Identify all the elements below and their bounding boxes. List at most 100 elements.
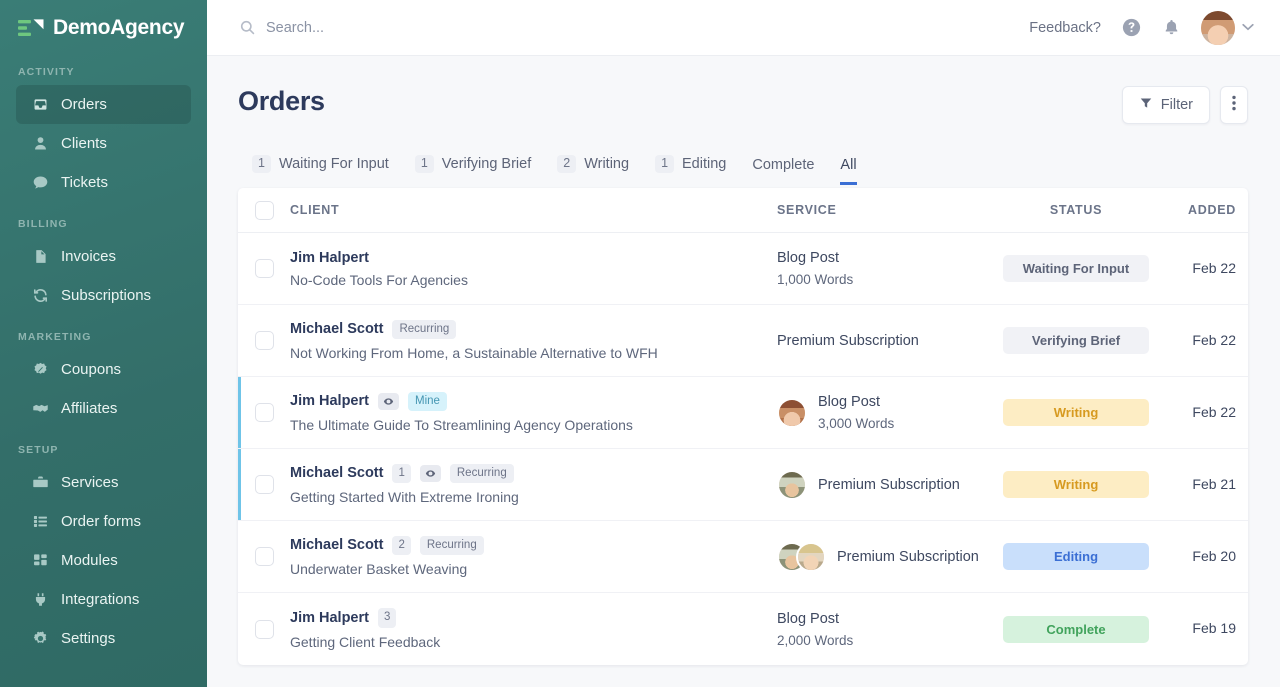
tab-waiting-for-input[interactable]: 1 Waiting For Input xyxy=(252,155,389,185)
sidebar-item-label: Integrations xyxy=(61,591,139,608)
search-box[interactable] xyxy=(239,19,1029,36)
row-select-cell xyxy=(238,547,290,566)
client-name[interactable]: Michael Scott xyxy=(290,465,383,481)
sidebar-item-orders[interactable]: Orders xyxy=(16,85,191,124)
avatar xyxy=(1201,11,1235,45)
sidebar-item-label: Orders xyxy=(61,96,107,113)
question-circle-icon[interactable] xyxy=(1121,17,1142,38)
client-cell: Jim Halpert No-Code Tools For Agencies xyxy=(290,250,777,288)
eye-icon[interactable] xyxy=(420,465,441,482)
more-options-button[interactable] xyxy=(1220,86,1248,124)
comment-count-badge: 2 xyxy=(392,536,410,556)
sidebar-item-label: Clients xyxy=(61,135,107,152)
table-row[interactable]: Jim Halpert No-Code Tools For AgenciesBlo… xyxy=(238,233,1248,305)
order-title: Getting Client Feedback xyxy=(290,634,777,650)
plug-icon xyxy=(32,591,49,608)
client-name[interactable]: Michael Scott xyxy=(290,537,383,553)
service-cell: Premium Subscription xyxy=(777,542,991,572)
row-checkbox[interactable] xyxy=(255,475,274,494)
tab-writing[interactable]: 2 Writing xyxy=(557,155,629,185)
table-row[interactable]: Michael Scott1RecurringGetting Started W… xyxy=(238,449,1248,521)
tab-complete[interactable]: Complete xyxy=(752,157,814,185)
table-row[interactable]: Jim Halpert3Getting Client FeedbackBlog … xyxy=(238,593,1248,665)
assignee-avatars[interactable] xyxy=(777,470,807,500)
user-menu[interactable] xyxy=(1201,11,1254,45)
status-cell: Verifying Brief xyxy=(991,327,1161,354)
client-name[interactable]: Jim Halpert xyxy=(290,250,369,266)
sidebar-item-subscriptions[interactable]: Subscriptions xyxy=(16,276,191,315)
tab-count: 1 xyxy=(252,155,271,173)
client-tag-badge: Recurring xyxy=(392,320,456,340)
service-cell: Blog Post1,000 Words xyxy=(777,250,991,287)
client-cell: Michael ScottRecurringNot Working From H… xyxy=(290,320,777,362)
row-checkbox[interactable] xyxy=(255,331,274,350)
column-header-client: CLIENT xyxy=(290,203,777,217)
column-header-status: STATUS xyxy=(991,203,1161,217)
client-name[interactable]: Michael Scott xyxy=(290,321,383,337)
document-icon xyxy=(32,248,49,265)
client-cell: Michael Scott1RecurringGetting Started W… xyxy=(290,464,777,506)
nav-section-label: SETUP xyxy=(0,444,207,456)
service-name: Premium Subscription xyxy=(837,549,979,565)
tab-all[interactable]: All xyxy=(840,157,856,185)
tab-editing[interactable]: 1 Editing xyxy=(655,155,726,185)
added-cell: Feb 22 xyxy=(1161,404,1248,422)
client-tag-badge: Recurring xyxy=(420,536,484,556)
select-all-checkbox[interactable] xyxy=(255,201,274,220)
client-name-row: Michael Scott 2 Recurring xyxy=(290,536,777,556)
person-icon xyxy=(32,135,49,152)
comment-count-badge: 1 xyxy=(392,464,410,484)
table-header-row: CLIENT SERVICE STATUS ADDED xyxy=(238,188,1248,233)
added-cell: Feb 19 xyxy=(1161,620,1248,638)
assignee-avatars[interactable] xyxy=(777,398,807,428)
status-tabs: 1 Waiting For Input 1 Verifying Brief 2 … xyxy=(238,146,1248,182)
sidebar-item-order-forms[interactable]: Order forms xyxy=(16,502,191,541)
client-name[interactable]: Jim Halpert xyxy=(290,393,369,409)
row-checkbox[interactable] xyxy=(255,259,274,278)
table-row[interactable]: Michael Scott2RecurringUnderwater Basket… xyxy=(238,521,1248,593)
table-row[interactable]: Jim HalpertMineThe Ultimate Guide To Str… xyxy=(238,377,1248,449)
feedback-link[interactable]: Feedback? xyxy=(1029,20,1101,36)
gear-icon xyxy=(32,630,49,647)
coupon-badge-icon xyxy=(32,361,49,378)
sidebar-item-integrations[interactable]: Integrations xyxy=(16,580,191,619)
sidebar-item-services[interactable]: Services xyxy=(16,463,191,502)
table-row[interactable]: Michael ScottRecurringNot Working From H… xyxy=(238,305,1248,377)
sidebar-item-label: Subscriptions xyxy=(61,287,151,304)
sidebar-item-modules[interactable]: Modules xyxy=(16,541,191,580)
order-title: No-Code Tools For Agencies xyxy=(290,272,777,288)
row-select-cell xyxy=(238,620,290,639)
sidebar-item-clients[interactable]: Clients xyxy=(16,124,191,163)
search-input[interactable] xyxy=(266,20,586,36)
row-checkbox[interactable] xyxy=(255,620,274,639)
row-checkbox[interactable] xyxy=(255,547,274,566)
client-cell: Jim Halpert 3 Getting Client Feedback xyxy=(290,608,777,650)
chevron-down-icon xyxy=(1242,22,1254,34)
inbox-icon xyxy=(32,96,49,113)
status-badge: Writing xyxy=(1003,399,1149,426)
client-name[interactable]: Jim Halpert xyxy=(290,610,369,626)
sidebar: DemoAgency ACTIVITY Orders Clients Ti xyxy=(0,0,207,687)
service-detail: 2,000 Words xyxy=(777,633,853,648)
filter-button[interactable]: Filter xyxy=(1122,86,1210,124)
brand-logo[interactable]: DemoAgency xyxy=(0,0,207,56)
app-root: DemoAgency ACTIVITY Orders Clients Ti xyxy=(0,0,1280,687)
client-cell: Michael Scott2RecurringUnderwater Basket… xyxy=(290,536,777,578)
sidebar-item-invoices[interactable]: Invoices xyxy=(16,237,191,276)
sidebar-item-label: Services xyxy=(61,474,119,491)
sidebar-item-settings[interactable]: Settings xyxy=(16,619,191,658)
sidebar-item-coupons[interactable]: Coupons xyxy=(16,350,191,389)
nav-section-billing: BILLING Invoices Subscriptions xyxy=(0,218,207,315)
tab-verifying-brief[interactable]: 1 Verifying Brief xyxy=(415,155,531,185)
table-body: Jim Halpert No-Code Tools For AgenciesBlo… xyxy=(238,233,1248,665)
row-checkbox[interactable] xyxy=(255,403,274,422)
sidebar-item-tickets[interactable]: Tickets xyxy=(16,163,191,202)
row-select-cell xyxy=(238,331,290,350)
assignee-avatars[interactable] xyxy=(777,542,826,572)
bell-icon[interactable] xyxy=(1162,18,1181,37)
status-cell: Editing xyxy=(991,543,1161,570)
sidebar-item-affiliates[interactable]: Affiliates xyxy=(16,389,191,428)
row-select-cell xyxy=(238,403,290,422)
comment-count-badge: 3 xyxy=(378,608,396,628)
eye-icon[interactable] xyxy=(378,393,399,410)
